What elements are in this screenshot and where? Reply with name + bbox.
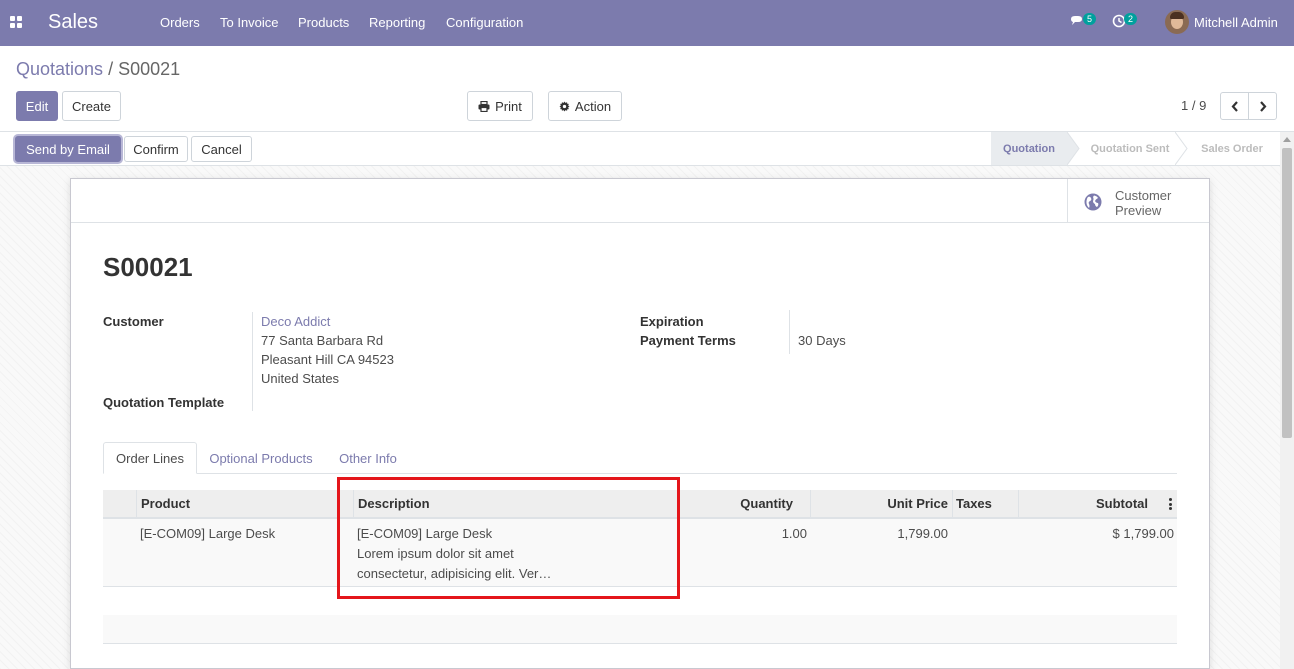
- customer-address-line2: Pleasant Hill CA 94523: [261, 352, 394, 367]
- customer-address-line3: United States: [261, 371, 340, 386]
- globe-icon: [1084, 193, 1102, 211]
- quotation-template-label: Quotation Template: [103, 395, 225, 410]
- user-avatar[interactable]: [1165, 10, 1189, 34]
- column-taxes[interactable]: Taxes: [952, 490, 1018, 517]
- customer-preview-label: Customer Preview: [1115, 188, 1172, 218]
- chat-icon[interactable]: [1070, 15, 1084, 27]
- print-button[interactable]: Print: [467, 91, 533, 121]
- status-bar: Send by Email Confirm Cancel Quotation Q…: [0, 132, 1294, 166]
- stage-quotation[interactable]: Quotation: [991, 132, 1067, 165]
- column-unit-price[interactable]: Unit Price: [810, 490, 952, 517]
- breadcrumb: Quotations / S00021: [16, 59, 180, 80]
- menu-to-invoice[interactable]: To Invoice: [220, 15, 279, 30]
- stage-separator: [1175, 132, 1188, 165]
- app-grid-icon[interactable]: [10, 16, 23, 29]
- pager-previous-button[interactable]: [1220, 92, 1249, 120]
- confirm-button[interactable]: Confirm: [124, 136, 188, 162]
- chevron-right-icon: [1259, 100, 1266, 112]
- customer-link[interactable]: Deco Addict: [261, 314, 330, 329]
- menu-reporting[interactable]: Reporting: [369, 15, 425, 30]
- breadcrumb-separator: /: [108, 59, 114, 79]
- create-button[interactable]: Create: [62, 91, 121, 121]
- app-name[interactable]: Sales: [48, 11, 98, 34]
- order-lines-header: Product Description Quantity Unit Price …: [103, 490, 1177, 519]
- stage-quotation-sent[interactable]: Quotation Sent: [1079, 132, 1181, 165]
- scrollbar-thumb[interactable]: [1282, 148, 1292, 438]
- row-description-line[interactable]: consectetur, adipisicing elit. Ver…: [357, 566, 551, 581]
- payment-terms-label: Payment Terms: [640, 333, 736, 348]
- chevron-left-icon: [1231, 100, 1238, 112]
- breadcrumb-quotations[interactable]: Quotations: [16, 59, 103, 79]
- send-by-email-button[interactable]: Send by Email: [15, 136, 121, 162]
- action-button[interactable]: Action: [548, 91, 622, 121]
- column-description[interactable]: Description: [353, 490, 670, 517]
- activity-count-badge: 2: [1124, 13, 1138, 25]
- menu-orders[interactable]: Orders: [160, 15, 200, 30]
- form-sheet: Customer Preview S00021 Customer Deco Ad…: [70, 178, 1210, 669]
- menu-configuration[interactable]: Configuration: [446, 15, 523, 30]
- customer-preview-button[interactable]: Customer Preview: [1067, 179, 1209, 223]
- field-separator: [252, 312, 253, 411]
- menu-products[interactable]: Products: [298, 15, 349, 30]
- row-description-line[interactable]: Lorem ipsum dolor sit amet: [357, 546, 514, 561]
- tab-other-info[interactable]: Other Info: [331, 442, 405, 474]
- action-label: Action: [574, 98, 612, 114]
- print-icon: [478, 100, 490, 112]
- row-quantity[interactable]: 1.00: [703, 526, 807, 541]
- edit-button[interactable]: Edit: [16, 91, 58, 121]
- cancel-button[interactable]: Cancel: [191, 136, 252, 162]
- column-product[interactable]: Product: [136, 490, 353, 517]
- row-subtotal[interactable]: $ 1,799.00: [1043, 526, 1174, 541]
- pager-value[interactable]: 1 / 9: [1181, 98, 1206, 113]
- field-separator: [789, 310, 790, 354]
- column-subtotal[interactable]: Subtotal: [1018, 490, 1148, 517]
- customer-label: Customer: [103, 314, 164, 329]
- tab-optional-products[interactable]: Optional Products: [201, 442, 321, 474]
- record-title: S00021: [103, 252, 193, 282]
- expiration-label: Expiration: [640, 314, 704, 329]
- chat-count-badge: 5: [1083, 13, 1097, 25]
- gear-icon: [559, 100, 570, 112]
- customer-address-line1: 77 Santa Barbara Rd: [261, 333, 384, 348]
- user-name[interactable]: Mitchell Admin: [1194, 15, 1278, 30]
- scroll-up-arrow[interactable]: [1283, 137, 1291, 142]
- column-quantity[interactable]: Quantity: [670, 490, 810, 517]
- stage-sales-order[interactable]: Sales Order: [1189, 132, 1275, 165]
- breadcrumb-current: S00021: [118, 59, 181, 79]
- table-row[interactable]: [E-COM09] Large Desk [E-COM09] Large Des…: [103, 519, 1177, 587]
- empty-row: [103, 615, 1177, 643]
- empty-row-divider: [103, 643, 1177, 644]
- row-unit-price[interactable]: 1,799.00: [843, 526, 948, 541]
- row-product[interactable]: [E-COM09] Large Desk: [140, 526, 275, 541]
- top-navbar: Sales Orders To Invoice Products Reporti…: [0, 0, 1294, 46]
- optional-columns-icon[interactable]: [1169, 498, 1172, 510]
- row-description-line[interactable]: [E-COM09] Large Desk: [357, 526, 492, 541]
- print-label: Print: [495, 98, 522, 114]
- smart-button-box: Customer Preview: [71, 179, 1209, 223]
- tab-order-lines[interactable]: Order Lines: [103, 442, 197, 474]
- pager-next-button[interactable]: [1248, 92, 1277, 120]
- payment-terms-value: 30 Days: [798, 333, 846, 348]
